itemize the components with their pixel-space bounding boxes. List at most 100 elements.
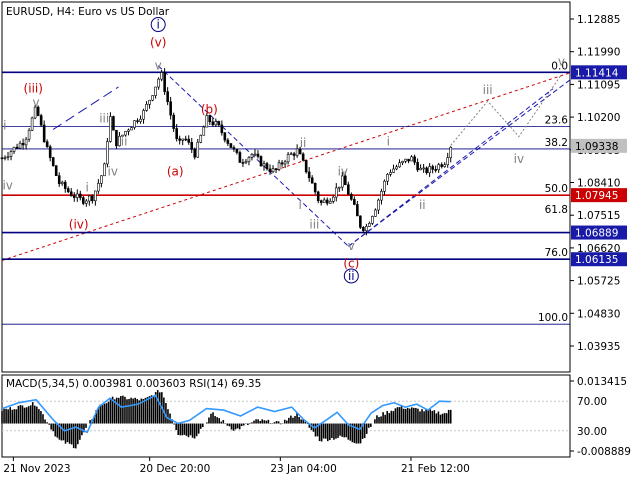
time-tick-label: 21 Feb 12:00: [401, 463, 470, 475]
fib-level-label: 38.2: [545, 137, 568, 149]
candle-body: [199, 134, 203, 143]
candle-body: [27, 129, 31, 140]
candle-body: [316, 191, 320, 201]
candle-body: [377, 199, 380, 211]
candle-body: [428, 166, 431, 174]
candle-body: [347, 184, 350, 195]
candle-body: [434, 169, 437, 171]
candle-body: [374, 209, 377, 217]
candle-body: [331, 196, 335, 202]
candle-body: [157, 78, 160, 88]
price-tick-label: 1.11095: [577, 79, 620, 91]
candle-body: [398, 162, 401, 168]
candle-body: [106, 141, 109, 165]
candle-body: [109, 116, 112, 142]
candle-body: [172, 114, 175, 129]
candle-body: [365, 226, 368, 232]
wave-label: i: [387, 134, 390, 148]
candle-body: [235, 148, 239, 153]
candle-body: [238, 152, 242, 163]
wave-label: i: [157, 18, 160, 32]
candle-body: [48, 146, 52, 158]
candle-body: [187, 138, 191, 143]
candle-body: [115, 129, 118, 147]
candle-body: [30, 117, 34, 131]
candle-body: [253, 153, 257, 156]
price-tick-label: 1.07515: [577, 210, 620, 222]
price-tick-label: 1.08410: [577, 178, 620, 190]
candle-body: [265, 163, 269, 170]
candle-body: [85, 200, 88, 204]
candle-body: [133, 120, 136, 128]
candle-body: [319, 200, 323, 203]
candle-body: [353, 199, 356, 205]
wave-label: ii: [348, 269, 355, 283]
rsi-level-label: 70.00: [577, 396, 607, 408]
wave-label: v: [155, 58, 162, 72]
candle-body: [256, 153, 260, 157]
rsi-level-label: 30.00: [577, 426, 607, 438]
candle-body: [72, 195, 76, 198]
candle-body: [57, 175, 61, 184]
candle-body: [51, 157, 55, 166]
candle-body: [12, 146, 16, 152]
price-tick-label: 1.12885: [577, 14, 620, 26]
candle-body: [286, 154, 290, 163]
wave-label: i: [3, 118, 6, 132]
price-tick-label: 1.04830: [577, 308, 620, 320]
wave-label: i: [86, 180, 89, 194]
fib-level-label: 76.0: [545, 247, 568, 259]
candle-body: [416, 162, 419, 171]
wave-label: ii: [419, 198, 426, 212]
candle-body: [223, 132, 227, 141]
candle-body: [148, 99, 151, 105]
candle-body: [431, 166, 434, 170]
candle-body: [139, 118, 142, 122]
wave-label: iv: [108, 164, 118, 178]
indicator-tick-label: 0.013415: [577, 376, 627, 388]
candle-body: [97, 183, 100, 192]
candle-body: [217, 121, 221, 126]
candle-body: [307, 171, 311, 179]
candle-body: [175, 128, 178, 140]
fib-level-label: 61.8: [545, 204, 568, 216]
candle-body: [63, 181, 67, 189]
wave-label: v: [33, 95, 40, 109]
candle-body: [410, 156, 413, 162]
candle-body: [310, 177, 314, 184]
candle-body: [9, 151, 13, 157]
candle-body: [277, 162, 281, 170]
candle-body: [136, 120, 139, 122]
candle-body: [368, 223, 371, 227]
price-tick-label: 1.11990: [577, 47, 620, 59]
candle-body: [350, 193, 353, 200]
wave-label: v: [348, 239, 355, 253]
candle-body: [386, 174, 389, 182]
candle-body: [356, 204, 359, 217]
price-tick-label: 1.03935: [577, 341, 620, 353]
candle-body: [437, 164, 440, 171]
wave-label: iii: [99, 111, 109, 125]
candle-body: [163, 72, 166, 92]
candle-body: [214, 121, 218, 126]
candle-body: [0, 157, 4, 160]
fib-level-label: 50.0: [545, 183, 568, 195]
candle-body: [75, 193, 79, 198]
candle-body: [181, 138, 184, 141]
candle-body: [271, 168, 275, 173]
wave-label: ii: [121, 134, 128, 148]
fib-level-label: 100.0: [538, 312, 568, 324]
wave-label: v: [558, 55, 565, 69]
candle-body: [407, 158, 410, 162]
candle-body: [304, 160, 308, 173]
candle-body: [220, 124, 224, 134]
wave-label: (a): [167, 164, 184, 178]
candle-body: [250, 154, 254, 158]
price-tick-label: 1.10200: [577, 112, 620, 124]
wave-label: iv: [514, 152, 524, 166]
candle-body: [440, 164, 443, 167]
time-tick-label: 20 Dec 20:00: [140, 463, 211, 475]
candle-body: [262, 163, 266, 167]
candle-body: [389, 172, 392, 175]
candle-body: [443, 164, 446, 167]
